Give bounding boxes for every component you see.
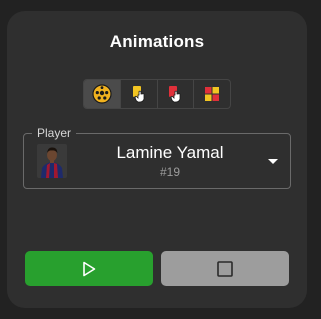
panel-title: Animations xyxy=(109,32,205,51)
player-avatar xyxy=(37,144,67,178)
tab-grid-animation[interactable] xyxy=(194,80,230,108)
grid-icon xyxy=(205,87,220,101)
chevron-down-icon[interactable] xyxy=(268,159,278,164)
tab-ball-animation[interactable] xyxy=(84,80,121,108)
play-button[interactable] xyxy=(25,251,153,286)
stop-icon xyxy=(217,260,233,277)
play-icon xyxy=(83,261,96,276)
red-card-hand-icon xyxy=(169,86,181,103)
animations-panel: Animations Player Lamine Yamal #19 xyxy=(7,11,307,308)
ball-icon xyxy=(92,84,112,104)
player-number: #19 xyxy=(159,165,181,179)
player-label: Player xyxy=(32,126,77,141)
tab-red-card-animation[interactable] xyxy=(158,80,195,108)
stop-button[interactable] xyxy=(161,251,289,286)
player-name: Lamine Yamal xyxy=(116,143,224,162)
animation-type-tabs xyxy=(83,79,231,109)
player-select[interactable]: Player Lamine Yamal #19 xyxy=(23,126,291,189)
yellow-card-hand-icon xyxy=(132,86,145,103)
tab-yellow-card-animation[interactable] xyxy=(121,80,158,108)
